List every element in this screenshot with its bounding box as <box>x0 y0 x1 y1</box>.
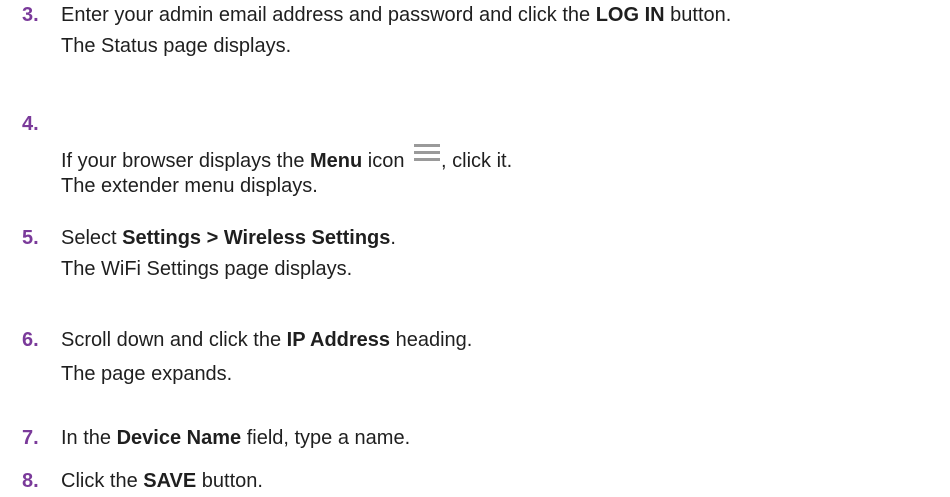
ui-term-device-name: Device Name <box>116 427 242 449</box>
instruction-text: In the <box>61 427 117 449</box>
ui-term-settings-path: Settings > Wireless Settings <box>122 227 391 249</box>
instruction-text: . <box>390 227 396 249</box>
instruction-text: , click it. <box>441 150 513 172</box>
step-result: The page expands. <box>61 363 233 385</box>
step-instruction: In the Device Name field, type a name. <box>61 423 950 454</box>
instruction-text: field, type a name. <box>241 427 411 449</box>
step-number: 6. <box>22 329 39 351</box>
instruction-text: icon <box>362 150 411 172</box>
step-body: Enter your admin email address and passw… <box>61 0 950 62</box>
step-instruction: Click the SAVE button. <box>61 466 950 497</box>
step-body: If your browser displays the Menu icon ,… <box>61 140 950 202</box>
instruction-text: button. <box>664 4 732 26</box>
instruction-text: button. <box>196 470 263 492</box>
step-number: 8. <box>22 470 39 492</box>
ui-term-ip-address: IP Address <box>286 329 391 351</box>
step-number: 4. <box>22 113 39 135</box>
step-number: 7. <box>22 427 39 449</box>
step-result: The Status page displays. <box>61 35 292 57</box>
step-instruction: Scroll down and click the IP Address hea… <box>61 325 950 356</box>
step-body: In the Device Name field, type a name. <box>61 423 950 454</box>
instruction-text: Scroll down and click the <box>61 329 287 351</box>
step-body: Click the SAVE button. <box>61 466 950 497</box>
ui-term-menu: Menu <box>310 150 363 172</box>
instruction-text: If your browser displays the <box>61 150 310 172</box>
instruction-document: 3. Enter your admin email address and pa… <box>0 0 950 497</box>
step-number: 5. <box>22 227 39 249</box>
step-instruction: Enter your admin email address and passw… <box>61 0 950 31</box>
step-result: The extender menu displays. <box>61 175 318 197</box>
step-instruction: If your browser displays the Menu icon ,… <box>61 140 950 172</box>
step-body: Scroll down and click the IP Address hea… <box>61 325 950 390</box>
ui-term-log-in: LOG IN <box>595 4 665 26</box>
ui-term-save: SAVE <box>143 470 197 492</box>
instruction-text: Select <box>61 227 123 249</box>
instruction-text: Click the <box>61 470 144 492</box>
step-body: Select Settings > Wireless Settings. The… <box>61 223 950 285</box>
step-instruction: Select Settings > Wireless Settings. <box>61 223 950 254</box>
hamburger-menu-icon <box>414 140 441 161</box>
instruction-text: Enter your admin email address and passw… <box>61 4 596 26</box>
step-result: The WiFi Settings page displays. <box>61 258 353 280</box>
step-number: 3. <box>22 4 39 26</box>
instruction-text: heading. <box>390 329 473 351</box>
